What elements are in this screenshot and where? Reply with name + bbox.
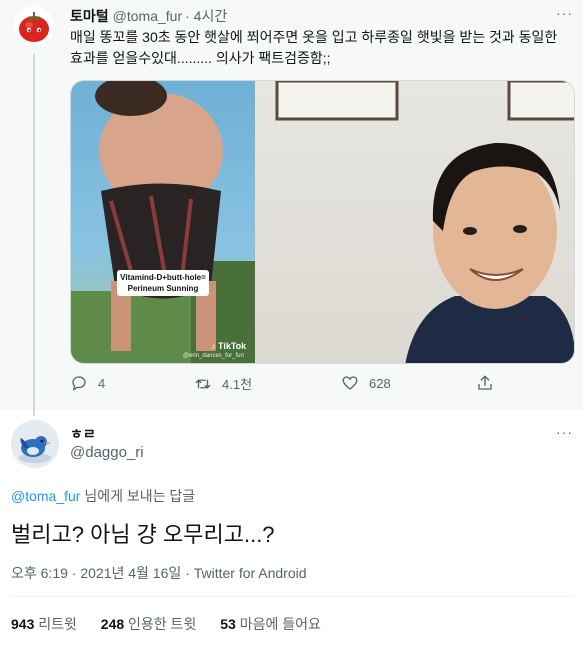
parent-timestamp[interactable]: · 4시간 bbox=[185, 8, 227, 24]
thread-connector-line bbox=[33, 54, 35, 416]
tiktok-watermark: ♪ TikTok bbox=[211, 341, 247, 351]
tomato-avatar[interactable] bbox=[14, 6, 54, 46]
reply-stats: 943 리트윗 248 인용한 트윗 53 마음에 들어요 bbox=[11, 614, 341, 634]
replying-to-line: @toma_fur 님에게 보내는 답글 bbox=[11, 486, 195, 506]
reply-icon bbox=[72, 376, 86, 391]
media-right-panel bbox=[255, 81, 574, 363]
retweet-count: 4.1천 bbox=[222, 377, 253, 392]
media-left-panel: Vitamind-D+butt-hole= Perineum Sunning ♪… bbox=[71, 81, 255, 363]
retweets-stat[interactable]: 943 리트윗 bbox=[11, 616, 77, 632]
share-action[interactable] bbox=[476, 374, 494, 392]
media-caption-line1: Vitamind-D+butt-hole= bbox=[120, 273, 206, 282]
parent-display-name[interactable]: 토마털 bbox=[70, 8, 109, 24]
reply-count: 4 bbox=[98, 375, 106, 391]
media-caption-line2: Perineum Sunning bbox=[127, 284, 199, 293]
reply-tweet-meta[interactable]: 오후 6:19 · 2021년 4월 16일 · Twitter for And… bbox=[11, 563, 307, 583]
reply-more-icon[interactable]: ··· bbox=[556, 424, 573, 440]
likes-label: 마음에 들어요 bbox=[239, 616, 321, 632]
reply-action[interactable]: 4 bbox=[70, 374, 105, 392]
like-icon bbox=[342, 376, 358, 390]
reply-tweet-text: 벌리고? 아님 걍 오무리고...? bbox=[11, 522, 275, 547]
like-count: 628 bbox=[369, 375, 391, 391]
parent-tweet[interactable]: 토마털 @toma_fur · 4시간 ··· 매일 똥꼬를 30초 동안 햇살에 … bbox=[0, 0, 583, 416]
tiktok-watermark-user: @erin_dances_for_fun bbox=[183, 353, 244, 359]
parent-handle[interactable]: @toma_fur bbox=[113, 8, 182, 24]
retweet-icon bbox=[195, 379, 211, 388]
reply-display-name[interactable]: ㅎㄹ bbox=[70, 424, 96, 444]
replying-to-link[interactable]: @toma_fur bbox=[11, 488, 80, 504]
bird-avatar[interactable] bbox=[11, 420, 59, 468]
retweets-label: 리트윗 bbox=[38, 616, 77, 632]
replying-to-suffix: 님에게 보내는 답글 bbox=[80, 488, 196, 504]
share-icon bbox=[478, 375, 492, 390]
parent-tweet-text: 매일 똥꼬를 30초 동안 햇살에 쬐어주면 옷을 입고 하루종일 햇빛을 받는… bbox=[70, 29, 558, 66]
parent-tweet-header: 토마털 @toma_fur · 4시간 bbox=[70, 6, 227, 26]
parent-tweet-media[interactable]: Vitamind-D+butt-hole= Perineum Sunning ♪… bbox=[70, 80, 575, 364]
parent-more-icon[interactable]: ··· bbox=[556, 5, 573, 21]
likes-stat[interactable]: 53 마음에 들어요 bbox=[220, 616, 321, 632]
divider bbox=[11, 596, 573, 597]
media-caption: Vitamind-D+butt-hole= Perineum Sunning bbox=[117, 270, 209, 296]
quotes-count: 248 bbox=[100, 616, 125, 632]
likes-count: 53 bbox=[220, 616, 236, 632]
like-action[interactable]: 628 bbox=[341, 374, 391, 392]
parent-actions: 4 4.1천 628 bbox=[70, 374, 510, 398]
quotes-stat[interactable]: 248 인용한 트윗 bbox=[101, 616, 197, 632]
reply-handle[interactable]: @daggo_ri bbox=[70, 444, 144, 461]
retweets-count: 943 bbox=[11, 616, 35, 632]
retweet-action[interactable]: 4.1천 bbox=[194, 374, 252, 393]
quotes-label: 인용한 트윗 bbox=[128, 616, 197, 632]
